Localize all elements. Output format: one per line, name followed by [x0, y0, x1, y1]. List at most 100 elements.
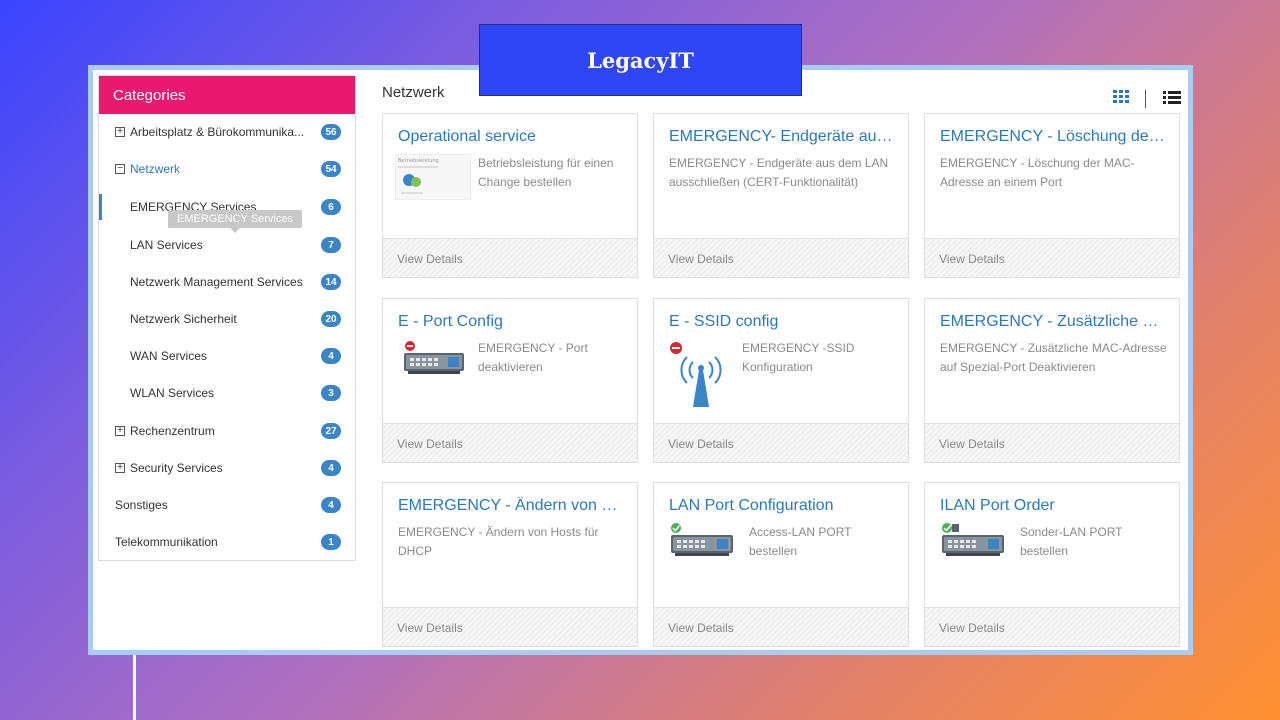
decorative-line: [133, 655, 136, 720]
card-description: EMERGENCY - Port deaktivieren: [478, 339, 588, 377]
network-switch-check-icon: [942, 523, 1004, 556]
category-count-badge: 4: [321, 348, 341, 364]
subcategory-netzwerk-sicherheit[interactable]: Netzwerk Sicherheit 20: [99, 306, 355, 332]
view-details-link[interactable]: View Details: [654, 423, 908, 462]
category-label: Arbeitsplatz & Bürokommunika...: [130, 125, 305, 139]
card-description: EMERGENCY - Löschung der MAC- Adresse an…: [940, 154, 1135, 192]
view-toggle-divider: [1145, 90, 1146, 108]
category-count-badge: 20: [321, 311, 341, 327]
view-details-link[interactable]: View Details: [654, 238, 908, 277]
wifi-antenna-blocked-icon: [670, 342, 722, 407]
service-card-emergency-zusaetzliche-mac[interactable]: EMERGENCY - Zusätzliche MA... EMERGENCY …: [924, 298, 1180, 463]
category-label: WLAN Services: [130, 386, 215, 400]
grid-view-icon[interactable]: [1113, 90, 1130, 105]
card-desc-line: Sonder-LAN PORT: [1020, 525, 1123, 539]
category-label: Netzwerk: [130, 162, 181, 176]
card-title[interactable]: ILAN Port Order: [940, 497, 1170, 515]
category-label: Netzwerk Management Services: [130, 275, 303, 289]
page-title: Netzwerk: [382, 84, 445, 101]
card-desc-line: EMERGENCY - Löschung der MAC-: [940, 156, 1135, 170]
card-desc-line: Betriebsleistung für einen: [478, 156, 614, 170]
subcategory-wlan-services[interactable]: WLAN Services 3: [99, 380, 355, 406]
service-catalog-window: Categories + Arbeitsplatz & Bürokommunik…: [88, 65, 1193, 655]
categories-sidebar: Categories + Arbeitsplatz & Bürokommunik…: [98, 75, 356, 561]
card-desc-line: bestellen: [1020, 544, 1069, 558]
category-tooltip: EMERGENCY Services: [168, 210, 302, 233]
card-description: Access-LAN PORT bestellen: [749, 523, 851, 561]
card-title[interactable]: EMERGENCY - Zusätzliche MA...: [940, 313, 1170, 331]
subcategory-netzwerk-management[interactable]: Netzwerk Management Services 14: [99, 269, 355, 295]
view-details-link[interactable]: View Details: [925, 607, 1179, 646]
category-count-badge: 4: [321, 460, 341, 476]
service-card-emergency-loeschung[interactable]: EMERGENCY - Löschung der ... EMERGENCY -…: [924, 113, 1180, 278]
category-count-badge: 4: [321, 497, 341, 513]
category-label: Security Services: [130, 461, 223, 475]
category-label: LAN Services: [130, 238, 203, 252]
brand-banner: LegacyIT: [479, 24, 802, 96]
network-switch-blocked-icon: [404, 341, 464, 374]
view-details-link[interactable]: View Details: [383, 607, 637, 646]
expand-icon[interactable]: +: [115, 426, 125, 436]
card-desc-line: Access-LAN PORT: [749, 525, 852, 539]
network-switch-check-icon: [671, 523, 733, 556]
card-title[interactable]: Operational service: [398, 128, 628, 146]
card-desc-line: Change bestellen: [478, 175, 572, 189]
document-thumbnail-icon: Betriebsleistung: [395, 154, 471, 200]
card-description: EMERGENCY - Endgeräte aus dem LAN aussch…: [669, 154, 888, 192]
card-description: EMERGENCY -SSID Konfiguration: [742, 339, 854, 377]
card-title[interactable]: EMERGENCY- Endgeräte aus ...: [669, 128, 899, 146]
service-card-operational-service[interactable]: Operational service Betriebsleistung Bet…: [382, 113, 638, 278]
categories-header: Categories: [99, 76, 355, 114]
card-desc-line: EMERGENCY - Endgeräte aus dem LAN: [669, 156, 889, 170]
view-details-link[interactable]: View Details: [925, 238, 1179, 277]
category-label: Telekommunikation: [115, 535, 218, 549]
view-details-link[interactable]: View Details: [925, 423, 1179, 462]
view-details-link[interactable]: View Details: [654, 607, 908, 646]
service-card-lan-port-configuration[interactable]: LAN Port Configuration Access-LAN PORT b…: [653, 482, 909, 647]
category-telekommunikation[interactable]: Telekommunikation 1: [99, 529, 355, 555]
category-count-badge: 56: [321, 124, 341, 140]
list-view-icon[interactable]: [1163, 90, 1181, 105]
category-arbeitsplatz[interactable]: + Arbeitsplatz & Bürokommunika... 56: [99, 119, 355, 145]
category-count-badge: 14: [321, 274, 341, 290]
service-card-e-port-config[interactable]: E - Port Config EMERGENCY - Port deaktiv…: [382, 298, 638, 463]
category-count-badge: 6: [321, 199, 341, 215]
service-card-emergency-endgeraete[interactable]: EMERGENCY- Endgeräte aus ... EMERGENCY -…: [653, 113, 909, 278]
collapse-icon[interactable]: −: [115, 164, 125, 174]
thumbnail-caption: Betriebsleistung: [398, 158, 439, 164]
card-desc-line: DHCP: [398, 544, 433, 558]
expand-icon[interactable]: +: [115, 127, 125, 137]
card-title[interactable]: EMERGENCY - Ändern von Ho...: [398, 497, 628, 515]
view-details-link[interactable]: View Details: [383, 423, 637, 462]
subcategory-lan-services[interactable]: LAN Services 7: [99, 232, 355, 258]
category-sonstiges[interactable]: Sonstiges 4: [99, 492, 355, 518]
category-count-badge: 1: [321, 534, 341, 550]
card-desc-line: EMERGENCY -SSID: [742, 341, 855, 355]
view-details-link[interactable]: View Details: [383, 238, 637, 277]
category-count-badge: 7: [321, 237, 341, 253]
category-netzwerk[interactable]: − Netzwerk 54: [99, 156, 355, 182]
card-desc-line: ausschließen (CERT-Funktionalität): [669, 175, 859, 189]
card-title[interactable]: LAN Port Configuration: [669, 497, 899, 515]
card-title[interactable]: EMERGENCY - Löschung der ...: [940, 128, 1170, 146]
category-label: WAN Services: [130, 349, 207, 363]
card-title[interactable]: E - SSID config: [669, 313, 899, 331]
service-card-ilan-port-order[interactable]: ILAN Port Order Sonder-LAN PORT bestelle…: [924, 482, 1180, 647]
card-desc-line: Adresse an einem Port: [940, 175, 1063, 189]
expand-icon[interactable]: +: [115, 463, 125, 473]
subcategory-wan-services[interactable]: WAN Services 4: [99, 343, 355, 369]
card-desc-line: EMERGENCY - Zusätzliche MAC-Adresse: [940, 341, 1167, 355]
card-desc-line: EMERGENCY - Ändern von Hosts für: [398, 525, 599, 539]
service-card-e-ssid-config[interactable]: E - SSID config EMERGENCY -SSID Konfigur…: [653, 298, 909, 463]
service-card-emergency-aendern-hosts[interactable]: EMERGENCY - Ändern von Ho... EMERGENCY -…: [382, 482, 638, 647]
card-title[interactable]: E - Port Config: [398, 313, 628, 331]
category-count-badge: 27: [321, 423, 341, 439]
category-security-services[interactable]: + Security Services 4: [99, 455, 355, 481]
category-label: Rechenzentrum: [130, 424, 215, 438]
card-description: EMERGENCY - Ändern von Hosts für DHCP: [398, 523, 599, 561]
card-desc-line: EMERGENCY - Port: [478, 341, 588, 355]
category-rechenzentrum[interactable]: + Rechenzentrum 27: [99, 418, 355, 444]
category-count-badge: 54: [321, 161, 341, 177]
category-label: Netzwerk Sicherheit: [130, 312, 237, 326]
card-description: Betriebsleistung für einen Change bestel…: [478, 154, 613, 192]
